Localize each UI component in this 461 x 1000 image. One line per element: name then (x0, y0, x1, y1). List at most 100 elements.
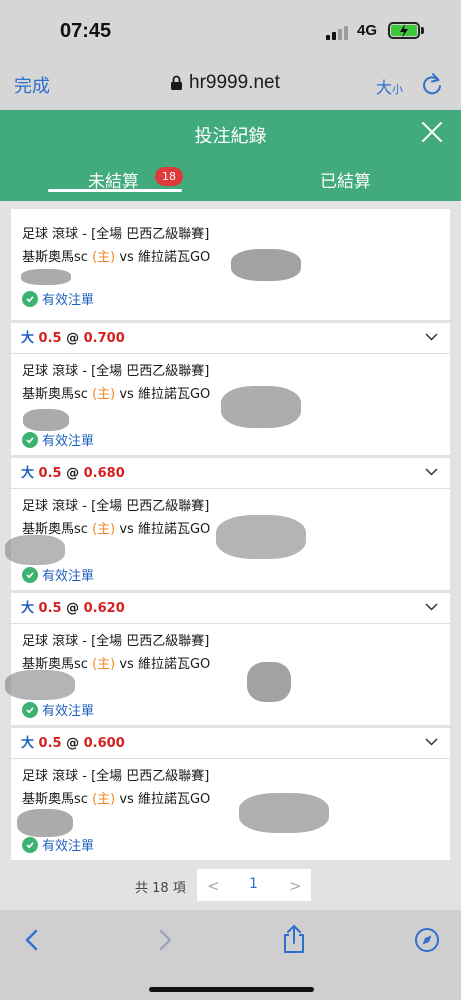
reload-icon[interactable] (421, 72, 443, 96)
status-time: 07:45 (60, 20, 112, 42)
away-team: 維拉諾瓦GO (137, 387, 211, 402)
bet-status-label: 有效注單 (42, 569, 95, 584)
chevron-down-icon[interactable] (425, 603, 438, 611)
share-icon[interactable] (282, 924, 306, 954)
check-circle-icon (22, 566, 38, 583)
modal-title: 投注紀錄 (194, 126, 267, 147)
bet-status: 有效注單 (22, 430, 94, 449)
vs-label: vs (119, 657, 134, 672)
bet-teams: 基斯奧馬sc (主) vs 維拉諾瓦GO (22, 788, 450, 811)
bet-status: 有效注單 (22, 835, 94, 854)
home-team: 基斯奧馬sc (22, 792, 88, 807)
network-type: 4G (357, 22, 378, 39)
chevron-down-icon[interactable] (425, 468, 438, 476)
home-tag: (主) (92, 387, 116, 402)
bet-card[interactable]: 大 0.5 @ 0.600 足球 滾球 - [全場 巴西乙級聯賽] 基斯奧馬sc… (11, 728, 450, 860)
home-tag: (主) (92, 657, 116, 672)
check-circle-icon (22, 701, 38, 718)
close-icon[interactable] (421, 121, 443, 143)
bet-line: 0.5 (38, 331, 62, 346)
bet-card-header[interactable]: 大 0.5 @ 0.700 (11, 323, 450, 354)
redaction-scribble (17, 809, 73, 837)
home-tag: (主) (92, 250, 116, 265)
away-team: 維拉諾瓦GO (137, 522, 211, 537)
redaction-scribble (23, 409, 69, 431)
compass-icon[interactable] (414, 927, 440, 953)
tabs-bar: 未結算 已結算 (0, 158, 461, 201)
redaction-scribble (247, 662, 291, 702)
back-icon[interactable] (22, 928, 42, 952)
bet-card-header[interactable]: 大 0.5 @ 0.680 (11, 458, 450, 489)
bet-at: @ (66, 331, 80, 346)
redaction-scribble (5, 535, 65, 565)
bet-card[interactable]: 大 0.5 @ 0.700 足球 滾球 - [全場 巴西乙級聯賽] 基斯奧馬sc… (11, 323, 450, 455)
tab-settled[interactable]: 已結算 (320, 167, 371, 192)
redaction-scribble (239, 793, 329, 833)
text-size-big: 大 (376, 78, 393, 97)
text-size-button[interactable]: 大小 (376, 74, 403, 98)
signal-icon (326, 24, 352, 40)
battery-icon (388, 22, 420, 39)
text-size-small: 小 (392, 83, 404, 96)
bet-status-label: 有效注單 (42, 293, 95, 308)
away-team: 維拉諾瓦GO (137, 657, 211, 672)
pagination-current-page[interactable]: 1 (249, 876, 258, 892)
bet-card-header[interactable]: 大 0.5 @ 0.620 (11, 593, 450, 624)
vs-label: vs (119, 792, 134, 807)
bet-side: 大 (21, 736, 35, 751)
bet-card[interactable]: 大 0.5 @ 0.620 足球 滾球 - [全場 巴西乙級聯賽] 基斯奧馬sc… (5, 593, 450, 725)
home-indicator (149, 987, 314, 992)
status-bar: 07:45 4G (0, 0, 461, 62)
lock-icon (171, 75, 182, 90)
url-text: hr9999.net (189, 72, 280, 93)
chevron-down-icon[interactable] (425, 738, 438, 746)
away-team: 維拉諾瓦GO (137, 792, 211, 807)
home-tag: (主) (92, 522, 116, 537)
bet-card-header[interactable]: 大 0.5 @ 0.600 (11, 728, 450, 759)
unsettled-count-badge: 18 (155, 167, 183, 186)
away-team: 維拉諾瓦GO (137, 250, 211, 265)
done-button[interactable]: 完成 (14, 72, 50, 98)
forward-icon[interactable] (155, 928, 175, 952)
check-circle-icon (22, 836, 38, 853)
bet-list[interactable]: 足球 滾球 - [全場 巴西乙級聯賽] 基斯奧馬sc (主) vs 維拉諾瓦GO… (0, 201, 461, 910)
bet-market: 足球 滾球 - [全場 巴西乙級聯賽] (22, 499, 210, 514)
bet-card: 足球 滾球 - [全場 巴西乙級聯賽] 基斯奧馬sc (主) vs 維拉諾瓦GO… (11, 209, 450, 320)
check-circle-icon (22, 290, 38, 307)
bet-odds: 0.700 (83, 331, 125, 346)
bet-status-label: 有效注單 (42, 839, 95, 854)
redaction-scribble (5, 670, 75, 700)
browser-bar: 完成 hr9999.net 大小 (0, 62, 461, 110)
redaction-scribble (231, 249, 301, 281)
pagination: < 1 > (197, 869, 311, 901)
bet-line: 0.5 (38, 736, 62, 751)
bet-side: 大 (21, 601, 35, 616)
bet-market: 足球 滾球 - [全場 巴西乙級聯賽] (22, 634, 210, 649)
modal-header: 投注紀錄 (0, 110, 461, 158)
redaction-scribble (221, 386, 301, 428)
home-team: 基斯奧馬sc (22, 250, 88, 265)
bet-market: 足球 滾球 - [全場 巴西乙級聯賽] (22, 769, 210, 784)
bet-status-label: 有效注單 (42, 434, 95, 449)
pagination-next[interactable]: > (289, 877, 302, 895)
bet-market: 足球 滾球 - [全場 巴西乙級聯賽] (22, 227, 210, 242)
vs-label: vs (119, 387, 134, 402)
bet-line: 0.5 (38, 466, 62, 481)
pagination-total: 共 18 項 (135, 881, 186, 896)
home-tag: (主) (92, 792, 116, 807)
bet-side: 大 (21, 466, 35, 481)
bet-status: 有效注單 (22, 700, 94, 719)
bet-status: 有效注單 (22, 565, 94, 584)
vs-label: vs (119, 522, 134, 537)
bet-at: @ (66, 466, 80, 481)
chevron-down-icon[interactable] (425, 333, 438, 341)
redaction-scribble (216, 515, 306, 559)
url-bar[interactable]: hr9999.net (170, 72, 280, 94)
bet-card[interactable]: 大 0.5 @ 0.680 足球 滾球 - [全場 巴西乙級聯賽] 基斯奧馬sc… (5, 458, 450, 590)
redaction-scribble (21, 269, 71, 285)
pagination-prev[interactable]: < (207, 877, 220, 895)
bet-market: 足球 滾球 - [全場 巴西乙級聯賽] (22, 364, 210, 379)
bet-teams: 基斯奧馬sc (主) vs 維拉諾瓦GO (22, 653, 450, 676)
check-circle-icon (22, 431, 38, 448)
bet-odds: 0.620 (83, 601, 125, 616)
